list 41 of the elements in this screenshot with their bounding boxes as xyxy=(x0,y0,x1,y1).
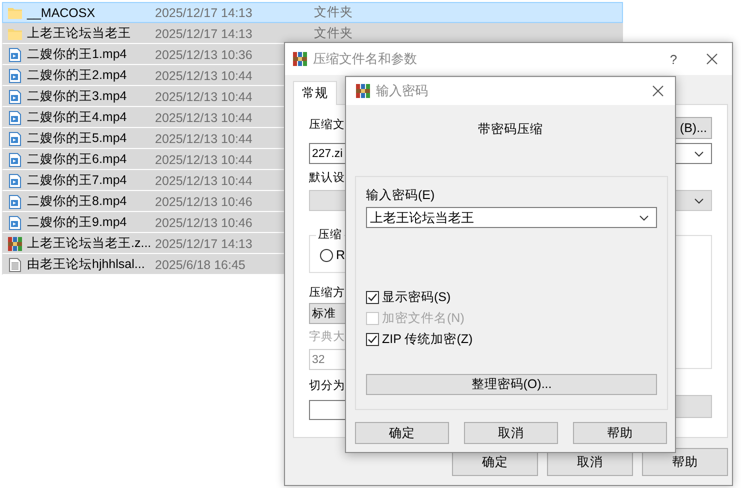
file-type: 文件夹 xyxy=(314,25,353,42)
file-name: 二嫂你的王3.mp4 xyxy=(27,88,128,105)
field-label: 默认设 xyxy=(309,170,345,185)
file-date: 2025/6/18 16:45 xyxy=(155,258,246,272)
file-date: 2025/12/17 14:13 xyxy=(155,236,252,250)
file-name: 由老王论坛hjhhlsal... xyxy=(27,256,146,273)
file-date: 2025/12/13 10:46 xyxy=(155,194,252,208)
file-date: 2025/12/13 10:46 xyxy=(155,216,252,230)
file-date: 2025/12/13 10:44 xyxy=(155,132,252,146)
file-name: __MACOSX xyxy=(27,6,96,20)
file-name: 二嫂你的王6.mp4 xyxy=(27,151,128,168)
file-date: 2025/12/13 10:44 xyxy=(155,152,252,166)
file-name: 二嫂你的王9.mp4 xyxy=(27,214,128,231)
file-date: 2025/12/17 14:13 xyxy=(155,26,252,40)
checkbox-label: ZIP 传统加密(Z) xyxy=(382,330,473,348)
file-name: 二嫂你的王5.mp4 xyxy=(27,130,128,147)
file-date: 2025/12/13 10:44 xyxy=(155,68,252,82)
checkbox-label: 显示密码(S) xyxy=(382,288,451,306)
file-name: 二嫂你的王4.mp4 xyxy=(27,109,128,126)
field-label: 切分为 xyxy=(309,378,345,393)
group-label: 压缩 xyxy=(316,227,344,242)
dialog-title: 输入密码 xyxy=(376,82,429,100)
dialog-heading: 带密码压缩 xyxy=(477,121,544,138)
file-date: 2025/12/17 14:13 xyxy=(155,6,252,20)
field-label: 压缩方 xyxy=(309,285,345,300)
file-name: 二嫂你的王2.mp4 xyxy=(27,67,128,84)
file-name: 上老王论坛当老王.z... xyxy=(27,235,152,252)
file-name: 二嫂你的王1.mp4 xyxy=(27,46,128,63)
file-date: 2025/12/13 10:44 xyxy=(155,90,252,104)
file-date: 2025/12/13 10:44 xyxy=(155,174,252,188)
checkbox-label: 加密文件名(N) xyxy=(382,310,464,326)
field-label: 压缩文 xyxy=(309,118,345,132)
window-title: 压缩文件名和参数 xyxy=(313,50,418,68)
file-name: 二嫂你的王8.mp4 xyxy=(27,193,128,210)
file-name: 二嫂你的王7.mp4 xyxy=(27,172,128,189)
file-date: 2025/12/13 10:36 xyxy=(155,48,252,62)
file-type: 文件夹 xyxy=(314,4,353,21)
file-date: 2025/12/13 10:44 xyxy=(155,110,252,124)
field-label: 字典大 xyxy=(309,329,345,344)
file-name: 上老王论坛当老王 xyxy=(27,25,132,42)
field-label: 输入密码(E) xyxy=(366,187,436,204)
